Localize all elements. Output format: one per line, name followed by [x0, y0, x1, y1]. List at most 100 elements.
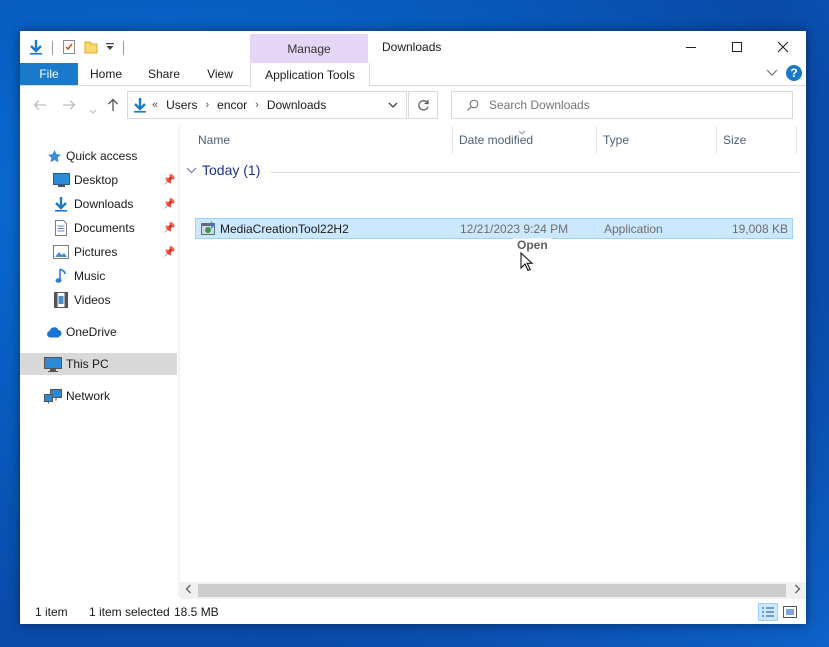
pin-icon[interactable]: 📌: [163, 247, 175, 258]
column-divider[interactable]: [716, 126, 717, 154]
sidebar-item-onedrive[interactable]: OneDrive: [20, 321, 177, 343]
sidebar-item-network[interactable]: Network: [20, 385, 177, 407]
pin-icon[interactable]: 📌: [163, 199, 175, 210]
column-header-name[interactable]: Name: [198, 126, 452, 154]
sidebar-item-this-pc[interactable]: This PC: [20, 353, 177, 375]
download-arrow-icon[interactable]: [28, 39, 44, 58]
details-view-button[interactable]: [758, 603, 778, 621]
manage-label: Manage: [287, 41, 331, 56]
sidebar-item-documents[interactable]: Documents 📌: [20, 217, 177, 239]
expand-ribbon-icon[interactable]: [766, 66, 778, 80]
column-header-type[interactable]: Type: [603, 126, 716, 154]
breadcrumb-users[interactable]: Users: [166, 98, 197, 112]
download-arrow-icon: [52, 196, 70, 212]
sidebar-item-label: Network: [66, 389, 111, 403]
status-bar: 1 item 1 item selected 18.5 MB: [20, 600, 806, 624]
column-header-label: Name: [198, 133, 231, 147]
file-size: 19,008 KB: [731, 222, 788, 236]
address-bar[interactable]: « Users › encor › Downloads: [127, 91, 407, 119]
title-bar: Manage Downloads: [20, 31, 806, 63]
collapse-chevron-icon[interactable]: [186, 167, 197, 174]
horizontal-scrollbar[interactable]: [180, 582, 806, 599]
large-icons-view-icon: [783, 606, 797, 618]
column-divider[interactable]: [452, 126, 453, 154]
navigation-pane: Quick access Desktop 📌 Downloads 📌 Docum…: [20, 126, 178, 596]
recent-locations-chevron-icon[interactable]: [89, 102, 97, 118]
search-input[interactable]: [487, 97, 771, 113]
breadcrumb-encor[interactable]: encor: [217, 98, 247, 112]
scroll-right-arrow-icon[interactable]: [794, 584, 801, 597]
breadcrumb-separator-icon[interactable]: ›: [255, 99, 259, 111]
new-folder-icon[interactable]: [83, 39, 99, 58]
videos-icon: [52, 292, 70, 308]
address-dropdown-chevron-icon[interactable]: [388, 102, 398, 108]
sidebar-item-label: Quick access: [66, 149, 138, 163]
sidebar-item-music[interactable]: Music: [20, 265, 177, 287]
sidebar-item-desktop[interactable]: Desktop 📌: [20, 169, 177, 191]
group-header-label: Today (1): [202, 162, 261, 178]
pin-icon[interactable]: 📌: [163, 223, 175, 234]
group-header-today[interactable]: Today (1): [186, 162, 260, 178]
star-icon: [45, 148, 63, 164]
column-header-date-modified[interactable]: Date modified: [459, 126, 596, 154]
file-type: Application: [604, 222, 663, 236]
refresh-button[interactable]: [408, 91, 438, 119]
column-header-label: Type: [603, 133, 630, 147]
minimize-button[interactable]: [668, 31, 714, 62]
music-icon: [52, 268, 70, 284]
sidebar-item-label: Desktop: [74, 173, 119, 187]
manage-contextual-tab: Manage: [250, 34, 368, 63]
column-divider[interactable]: [796, 126, 797, 154]
column-header-label: Date modified: [459, 133, 534, 147]
scroll-left-arrow-icon[interactable]: [185, 584, 192, 597]
customize-toolbar-dropdown-icon[interactable]: [105, 41, 115, 56]
details-view-icon: [762, 607, 774, 617]
help-icon[interactable]: ?: [786, 65, 802, 81]
file-name: MediaCreationTool22H2: [220, 222, 349, 236]
column-header-size[interactable]: Size: [723, 126, 793, 154]
address-overflow[interactable]: «: [152, 99, 158, 111]
tab-application-tools[interactable]: Application Tools: [250, 63, 370, 86]
sidebar-item-label: This PC: [66, 357, 109, 371]
mouse-pointer-icon: [520, 251, 534, 275]
status-item-count: 1 item: [35, 605, 68, 619]
pin-icon[interactable]: 📌: [163, 175, 175, 186]
tab-file[interactable]: File: [20, 63, 78, 85]
close-button[interactable]: [760, 31, 806, 62]
status-selection: 1 item selected: [89, 605, 170, 619]
window-title: Downloads: [382, 40, 442, 54]
scrollbar-thumb[interactable]: [198, 584, 786, 597]
properties-icon[interactable]: [61, 39, 77, 58]
sidebar-item-downloads[interactable]: Downloads 📌: [20, 193, 177, 215]
large-icons-view-button[interactable]: [780, 603, 800, 621]
forward-arrow-icon[interactable]: [62, 98, 76, 115]
column-divider[interactable]: [596, 126, 597, 154]
sidebar-item-label: Pictures: [74, 245, 118, 259]
status-selection-size: 18.5 MB: [174, 605, 219, 619]
sidebar-item-quick-access[interactable]: Quick access: [20, 145, 177, 167]
search-box[interactable]: [451, 91, 793, 119]
up-arrow-icon[interactable]: [106, 98, 120, 115]
sidebar-item-pictures[interactable]: Pictures 📌: [20, 241, 177, 263]
breadcrumb-separator-icon[interactable]: ›: [205, 99, 209, 111]
toolbar-divider: [52, 41, 53, 55]
sidebar-item-label: Downloads: [74, 197, 134, 211]
cloud-icon: [45, 324, 63, 340]
tab-view[interactable]: View: [196, 63, 244, 85]
maximize-button[interactable]: [714, 31, 760, 62]
back-arrow-icon[interactable]: [33, 98, 47, 115]
sidebar-item-label: Music: [74, 269, 106, 283]
window-controls: [668, 31, 806, 62]
pictures-icon: [52, 244, 70, 260]
sidebar-item-videos[interactable]: Videos: [20, 289, 177, 311]
group-divider: [270, 172, 800, 173]
drag-action-tooltip: Open: [513, 238, 552, 252]
breadcrumb-downloads[interactable]: Downloads: [267, 98, 326, 112]
sidebar-item-label: OneDrive: [66, 325, 117, 339]
table-row[interactable]: MediaCreationTool22H2 12/21/2023 9:24 PM…: [195, 218, 793, 239]
download-arrow-icon: [132, 97, 148, 113]
computer-icon: [44, 356, 62, 372]
tab-share[interactable]: Share: [140, 63, 188, 85]
tab-home[interactable]: Home: [82, 63, 130, 85]
close-icon: [777, 41, 789, 52]
